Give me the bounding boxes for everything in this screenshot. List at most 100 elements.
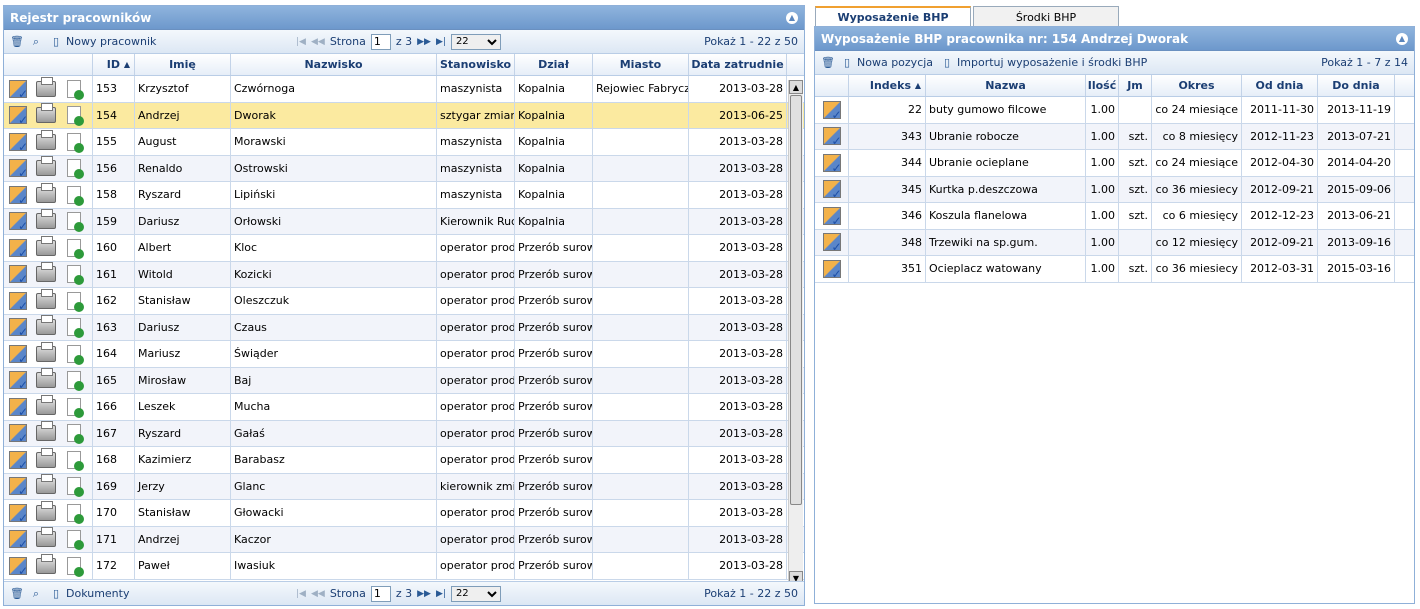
scroll-up-icon[interactable]: ▲ xyxy=(789,80,803,94)
table-row[interactable]: 351Ocieplacz watowany1.00szt.co 36 miesi… xyxy=(815,256,1414,283)
download-document-icon[interactable] xyxy=(63,529,85,551)
download-document-icon[interactable] xyxy=(63,503,85,524)
edit-icon[interactable] xyxy=(7,264,29,286)
col-header-index[interactable]: Indeks ▲ xyxy=(849,75,926,96)
print-icon[interactable] xyxy=(35,447,57,470)
table-row[interactable]: 344Ubranie ocieplane1.00szt.co 24 miesią… xyxy=(815,150,1414,177)
edit-icon[interactable] xyxy=(7,291,29,313)
table-row[interactable]: 167RyszardGałaśoperator prodPrzerób suro… xyxy=(4,420,804,447)
table-row[interactable]: 156RenaldoOstrowskimaszynistaKopalnia 201… xyxy=(4,155,804,182)
per-page-select[interactable]: 22 xyxy=(450,585,501,602)
col-header-from[interactable]: Od dnia xyxy=(1242,75,1318,96)
collapse-icon[interactable]: ▲ xyxy=(786,11,798,24)
employees-scrollbar[interactable]: ▲ ▼ xyxy=(788,80,803,585)
last-page-icon[interactable]: ▶| xyxy=(436,589,446,599)
edit-icon[interactable] xyxy=(7,317,29,339)
table-row[interactable]: 172PawełIwasiukoperator prodPrzerób suro… xyxy=(4,553,804,580)
edit-icon[interactable] xyxy=(821,179,843,201)
download-document-icon[interactable] xyxy=(63,185,85,206)
download-document-icon[interactable] xyxy=(63,238,85,259)
edit-icon[interactable] xyxy=(7,158,29,180)
table-row[interactable]: 158RyszardLipińskimaszynistaKopalnia 2013… xyxy=(4,182,804,209)
edit-icon[interactable] xyxy=(7,397,29,419)
table-row[interactable]: 168KazimierzBarabaszoperator prodPrzerób… xyxy=(4,447,804,474)
table-row[interactable]: 345Kurtka p.deszczowa1.00szt.co 36 miesi… xyxy=(815,176,1414,203)
edit-icon[interactable] xyxy=(7,556,29,578)
prev-page-icon[interactable]: ◀◀ xyxy=(311,589,325,599)
table-row[interactable]: 165MirosławBajoperator prodPrzerób surow… xyxy=(4,367,804,394)
first-page-icon[interactable]: |◀ xyxy=(296,37,306,47)
edit-icon[interactable] xyxy=(821,153,843,175)
table-row[interactable]: 163DariuszCzausoperator prodPrzerób suro… xyxy=(4,314,804,341)
download-document-icon[interactable] xyxy=(63,397,85,418)
col-header-first-name[interactable]: Imię xyxy=(135,54,231,75)
download-document-icon[interactable] xyxy=(63,105,85,127)
table-row[interactable]: 164MariuszŚwiąderoperator prodPrzerób su… xyxy=(4,341,804,368)
table-row[interactable]: 171AndrzejKaczoroperator prodPrzerób sur… xyxy=(4,526,804,553)
table-row[interactable]: 153KrzysztofCzwórnogamaszynistaKopalniaR… xyxy=(4,76,804,103)
first-page-icon[interactable]: |◀ xyxy=(296,589,306,599)
edit-icon[interactable] xyxy=(7,79,29,101)
print-icon[interactable] xyxy=(35,129,57,152)
edit-icon[interactable] xyxy=(821,259,843,281)
print-icon[interactable] xyxy=(35,368,57,390)
download-document-icon[interactable] xyxy=(63,423,85,445)
download-document-icon[interactable] xyxy=(63,370,85,392)
edit-icon[interactable] xyxy=(821,206,843,228)
print-icon[interactable] xyxy=(35,500,57,523)
print-icon[interactable] xyxy=(35,341,57,364)
page-input[interactable] xyxy=(370,585,391,602)
download-document-icon[interactable] xyxy=(63,556,85,577)
download-document-icon[interactable] xyxy=(63,264,85,286)
col-header-qty[interactable]: Ilość xyxy=(1086,75,1119,96)
col-header-department[interactable]: Dział xyxy=(515,54,593,75)
prev-page-icon[interactable]: ◀◀ xyxy=(311,37,325,47)
download-document-icon[interactable] xyxy=(63,132,85,153)
download-document-icon[interactable] xyxy=(63,291,85,312)
edit-icon[interactable] xyxy=(7,132,29,154)
edit-icon[interactable] xyxy=(7,185,29,207)
edit-icon[interactable] xyxy=(7,529,29,551)
download-document-icon[interactable] xyxy=(63,476,85,498)
import-button[interactable]: ▯ Importuj wyposażenie i środki BHP xyxy=(941,56,1147,69)
table-row[interactable]: 22buty gumowo filcowe1.00co 24 miesiące2… xyxy=(815,97,1414,124)
print-icon[interactable] xyxy=(35,103,57,125)
print-icon[interactable] xyxy=(35,421,57,443)
table-row[interactable]: 154AndrzejDworaksztygar zmianKopalnia 201… xyxy=(4,102,804,129)
edit-icon[interactable] xyxy=(7,370,29,392)
next-page-icon[interactable]: ▶▶ xyxy=(417,37,431,47)
trash-icon[interactable]: 🗑 xyxy=(10,587,24,600)
download-document-icon[interactable] xyxy=(63,317,85,339)
edit-icon[interactable] xyxy=(7,450,29,472)
print-icon[interactable] xyxy=(35,288,57,311)
print-icon[interactable] xyxy=(35,209,57,231)
documents-button[interactable]: ▯ Dokumenty xyxy=(50,587,130,600)
search-icon[interactable]: ⌕ xyxy=(30,35,42,48)
download-document-icon[interactable] xyxy=(63,211,85,233)
edit-icon[interactable] xyxy=(7,105,29,127)
edit-icon[interactable] xyxy=(7,423,29,445)
col-header-last-name[interactable]: Nazwisko xyxy=(231,54,437,75)
page-input[interactable] xyxy=(370,33,391,50)
trash-icon[interactable]: 🗑 xyxy=(10,35,24,48)
table-row[interactable]: 161WitoldKozickioperator prodPrzerób sur… xyxy=(4,261,804,288)
edit-icon[interactable] xyxy=(821,232,843,254)
col-header-to[interactable]: Do dnia xyxy=(1318,75,1395,96)
col-header-hire-date[interactable]: Data zatrudnie xyxy=(689,54,787,75)
next-page-icon[interactable]: ▶▶ xyxy=(417,589,431,599)
per-page-select[interactable]: 22 xyxy=(450,33,501,50)
edit-icon[interactable] xyxy=(7,476,29,498)
download-document-icon[interactable] xyxy=(63,158,85,180)
print-icon[interactable] xyxy=(35,262,57,284)
table-row[interactable]: 170StanisławGłowackioperator prodPrzerób… xyxy=(4,500,804,527)
table-row[interactable]: 348Trzewiki na sp.gum.1.00 co 12 miesięcy… xyxy=(815,229,1414,256)
download-document-icon[interactable] xyxy=(63,450,85,471)
edit-icon[interactable] xyxy=(7,238,29,260)
col-header-id[interactable]: ID ▲ xyxy=(93,54,135,75)
edit-icon[interactable] xyxy=(7,344,29,366)
table-row[interactable]: 155AugustMorawskimaszynistaKopalnia 2013-… xyxy=(4,129,804,156)
edit-icon[interactable] xyxy=(7,211,29,233)
table-row[interactable]: 159DariuszOrłowskiKierownik RucKopalnia 2… xyxy=(4,208,804,235)
col-header-unit[interactable]: Jm xyxy=(1119,75,1152,96)
edit-icon[interactable] xyxy=(7,503,29,525)
